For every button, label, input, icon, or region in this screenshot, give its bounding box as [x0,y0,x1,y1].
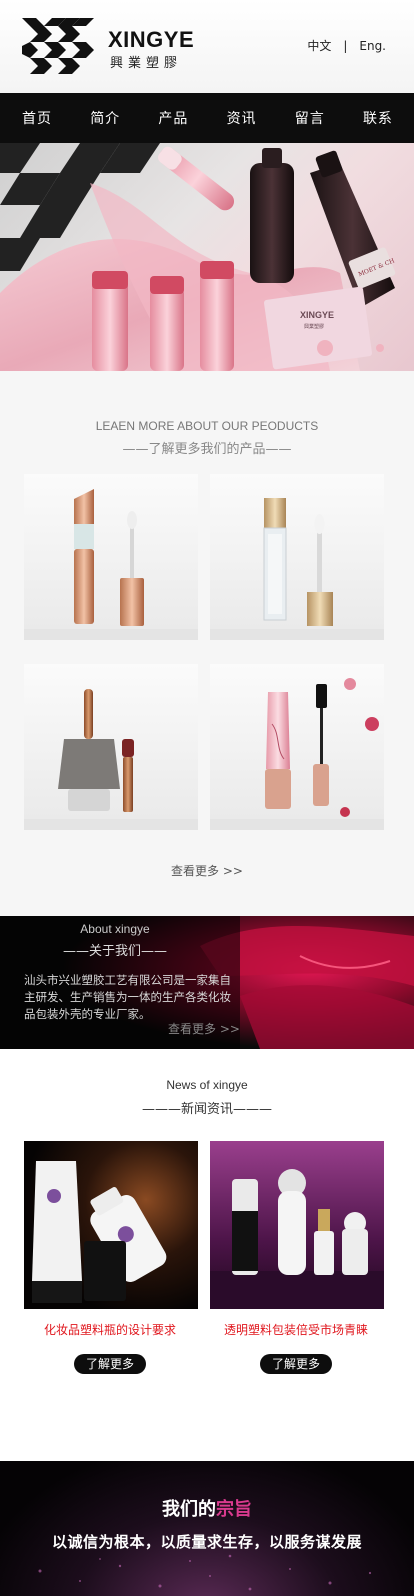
box-brand: XINGYE [300,310,334,320]
product-card[interactable] [24,664,198,830]
products-section: LEAEN MORE ABOUT OUR PEODUCTS ——了解更多我们的产… [0,371,414,916]
xingye-logo-icon[interactable] [22,18,98,74]
nav-item-about[interactable]: 简介 [90,108,120,128]
news-title-en: News of xingye [166,1078,248,1092]
products-title-en: LEAEN MORE ABOUT OUR PEODUCTS [95,419,319,433]
mascara-pink-image [210,678,384,830]
products-more-link[interactable]: 查看更多 >> [0,862,414,879]
brand-name-cn: 興業塑膠 [110,56,183,71]
language-switch: 中文 | Eng. [307,37,386,54]
about-section: About xingye ——关于我们—— 汕头市兴业塑胶工艺有限公司是一家集自… [0,916,414,1049]
mission-title: 我们的宗旨 [0,1495,414,1521]
mission-slogan: 以诚信为根本，以质量求生存，以服务谋发展 [51,1533,362,1551]
news-more-button[interactable]: 了解更多 [260,1354,332,1374]
nav-item-contact[interactable]: 联系 [363,108,393,128]
lip-gloss-rosegold-image [24,489,198,640]
news-more-button[interactable]: 了解更多 [74,1354,146,1374]
lip-gloss-gold-image [210,498,384,640]
nav-item-home[interactable]: 首页 [22,108,52,128]
about-more-link[interactable]: 查看更多 >> [0,1020,411,1037]
mission-title-accent: 宗旨 [216,1499,252,1520]
lang-separator: | [343,39,348,53]
brand-name[interactable]: XINGYE [108,27,194,53]
about-title-en: About xingye [80,922,150,936]
news-card-image[interactable] [210,1141,384,1309]
main-nav: 首页 简介 产品 资讯 留言 联系 [0,93,414,143]
news-item-title[interactable]: 化妆品塑料瓶的设计要求 [10,1321,210,1338]
banner-illustration: MOET & CH XINGYE 興業塑膠 [0,143,396,371]
about-title-cn: ——关于我们—— [62,944,167,959]
box-brand-cn: 興業塑膠 [304,323,324,330]
lipstick-grey-image [24,689,198,830]
nav-item-products[interactable]: 产品 [158,108,188,128]
lotion-bottles-image [24,1141,198,1309]
news-item-title[interactable]: 透明塑料包装倍受市场青睐 [196,1321,396,1338]
product-card[interactable] [210,664,384,830]
product-card[interactable] [210,474,384,640]
product-card[interactable] [24,474,198,640]
about-description: 汕头市兴业塑胶工艺有限公司是一家集自主研发、生产销售为一体的生产各类化妆品包装外… [24,973,231,1021]
sparkle-background-image [38,1554,372,1591]
site-header: XINGYE 興業塑膠 中文 | Eng. [0,0,414,93]
transparent-bottles-image [210,1141,384,1309]
lang-english-link[interactable]: Eng. [359,39,386,53]
news-card-image[interactable] [24,1141,198,1309]
news-title-cn: ———新闻资讯——— [141,1102,272,1117]
lang-chinese-link[interactable]: 中文 [307,37,331,54]
hero-banner[interactable]: MOET & CH XINGYE 興業塑膠 [0,143,414,371]
nav-item-message[interactable]: 留言 [295,108,325,128]
mission-title-plain: 我们的 [162,1499,216,1520]
mission-footer: 我们的宗旨 以诚信为根本，以质量求生存，以服务谋发展 [0,1461,414,1596]
news-section: News of xingye ———新闻资讯——— 化妆品塑料瓶的设计要求 了解… [0,1049,414,1461]
nav-item-news[interactable]: 资讯 [227,108,257,128]
products-title-cn: ——了解更多我们的产品—— [122,442,292,457]
